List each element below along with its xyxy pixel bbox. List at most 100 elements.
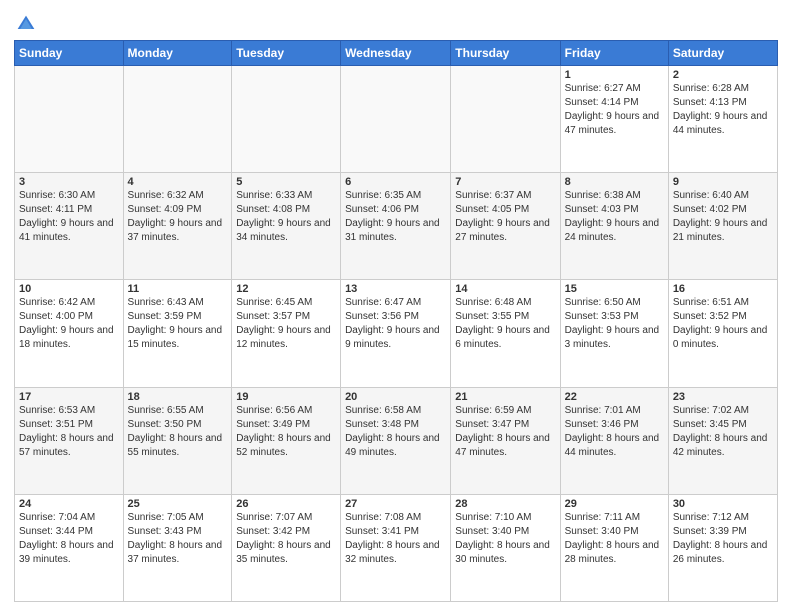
day-number: 1 — [565, 69, 664, 81]
day-info: Sunrise: 7:05 AMSunset: 3:43 PMDaylight:… — [128, 511, 228, 567]
calendar-cell: 18Sunrise: 6:55 AMSunset: 3:50 PMDayligh… — [123, 387, 232, 494]
day-number: 12 — [236, 283, 336, 295]
day-number: 15 — [565, 283, 664, 295]
day-info: Sunrise: 6:33 AMSunset: 4:08 PMDaylight:… — [236, 189, 336, 245]
calendar-cell: 24Sunrise: 7:04 AMSunset: 3:44 PMDayligh… — [15, 494, 124, 601]
day-number: 28 — [455, 498, 555, 510]
page: SundayMondayTuesdayWednesdayThursdayFrid… — [0, 0, 792, 612]
day-number: 18 — [128, 391, 228, 403]
calendar-cell: 6Sunrise: 6:35 AMSunset: 4:06 PMDaylight… — [341, 173, 451, 280]
calendar-cell: 29Sunrise: 7:11 AMSunset: 3:40 PMDayligh… — [560, 494, 668, 601]
calendar-cell: 12Sunrise: 6:45 AMSunset: 3:57 PMDayligh… — [232, 280, 341, 387]
day-info: Sunrise: 6:35 AMSunset: 4:06 PMDaylight:… — [345, 189, 446, 245]
day-number: 13 — [345, 283, 446, 295]
day-number: 2 — [673, 69, 773, 81]
day-info: Sunrise: 6:27 AMSunset: 4:14 PMDaylight:… — [565, 82, 664, 138]
col-header-wednesday: Wednesday — [341, 41, 451, 66]
logo-icon — [16, 14, 36, 34]
day-number: 23 — [673, 391, 773, 403]
calendar-cell — [232, 66, 341, 173]
day-number: 30 — [673, 498, 773, 510]
day-info: Sunrise: 7:08 AMSunset: 3:41 PMDaylight:… — [345, 511, 446, 567]
day-info: Sunrise: 6:58 AMSunset: 3:48 PMDaylight:… — [345, 404, 446, 460]
calendar-cell: 23Sunrise: 7:02 AMSunset: 3:45 PMDayligh… — [668, 387, 777, 494]
day-info: Sunrise: 6:53 AMSunset: 3:51 PMDaylight:… — [19, 404, 119, 460]
day-number: 22 — [565, 391, 664, 403]
calendar-cell: 13Sunrise: 6:47 AMSunset: 3:56 PMDayligh… — [341, 280, 451, 387]
calendar-cell: 1Sunrise: 6:27 AMSunset: 4:14 PMDaylight… — [560, 66, 668, 173]
day-number: 14 — [455, 283, 555, 295]
calendar-cell: 4Sunrise: 6:32 AMSunset: 4:09 PMDaylight… — [123, 173, 232, 280]
calendar-cell — [123, 66, 232, 173]
calendar-cell: 14Sunrise: 6:48 AMSunset: 3:55 PMDayligh… — [451, 280, 560, 387]
logo — [14, 10, 36, 34]
calendar-cell: 10Sunrise: 6:42 AMSunset: 4:00 PMDayligh… — [15, 280, 124, 387]
day-number: 21 — [455, 391, 555, 403]
calendar-cell: 8Sunrise: 6:38 AMSunset: 4:03 PMDaylight… — [560, 173, 668, 280]
calendar-cell: 28Sunrise: 7:10 AMSunset: 3:40 PMDayligh… — [451, 494, 560, 601]
day-number: 7 — [455, 176, 555, 188]
day-info: Sunrise: 7:11 AMSunset: 3:40 PMDaylight:… — [565, 511, 664, 567]
col-header-monday: Monday — [123, 41, 232, 66]
day-info: Sunrise: 6:38 AMSunset: 4:03 PMDaylight:… — [565, 189, 664, 245]
day-info: Sunrise: 7:10 AMSunset: 3:40 PMDaylight:… — [455, 511, 555, 567]
day-number: 19 — [236, 391, 336, 403]
day-info: Sunrise: 6:50 AMSunset: 3:53 PMDaylight:… — [565, 296, 664, 352]
day-number: 24 — [19, 498, 119, 510]
day-info: Sunrise: 6:28 AMSunset: 4:13 PMDaylight:… — [673, 82, 773, 138]
day-number: 20 — [345, 391, 446, 403]
day-info: Sunrise: 6:43 AMSunset: 3:59 PMDaylight:… — [128, 296, 228, 352]
day-number: 5 — [236, 176, 336, 188]
calendar-cell: 30Sunrise: 7:12 AMSunset: 3:39 PMDayligh… — [668, 494, 777, 601]
calendar-cell: 20Sunrise: 6:58 AMSunset: 3:48 PMDayligh… — [341, 387, 451, 494]
day-number: 25 — [128, 498, 228, 510]
calendar-week-1: 1Sunrise: 6:27 AMSunset: 4:14 PMDaylight… — [15, 66, 778, 173]
day-info: Sunrise: 7:04 AMSunset: 3:44 PMDaylight:… — [19, 511, 119, 567]
calendar-cell — [15, 66, 124, 173]
calendar-cell: 3Sunrise: 6:30 AMSunset: 4:11 PMDaylight… — [15, 173, 124, 280]
day-number: 27 — [345, 498, 446, 510]
col-header-sunday: Sunday — [15, 41, 124, 66]
header — [14, 10, 778, 34]
day-info: Sunrise: 6:30 AMSunset: 4:11 PMDaylight:… — [19, 189, 119, 245]
day-number: 10 — [19, 283, 119, 295]
day-info: Sunrise: 6:40 AMSunset: 4:02 PMDaylight:… — [673, 189, 773, 245]
calendar-cell — [341, 66, 451, 173]
day-info: Sunrise: 6:59 AMSunset: 3:47 PMDaylight:… — [455, 404, 555, 460]
day-info: Sunrise: 6:32 AMSunset: 4:09 PMDaylight:… — [128, 189, 228, 245]
day-number: 8 — [565, 176, 664, 188]
day-number: 26 — [236, 498, 336, 510]
calendar-cell: 5Sunrise: 6:33 AMSunset: 4:08 PMDaylight… — [232, 173, 341, 280]
calendar-week-4: 17Sunrise: 6:53 AMSunset: 3:51 PMDayligh… — [15, 387, 778, 494]
calendar-cell — [451, 66, 560, 173]
calendar-cell: 16Sunrise: 6:51 AMSunset: 3:52 PMDayligh… — [668, 280, 777, 387]
col-header-saturday: Saturday — [668, 41, 777, 66]
calendar-table: SundayMondayTuesdayWednesdayThursdayFrid… — [14, 40, 778, 602]
calendar-cell: 11Sunrise: 6:43 AMSunset: 3:59 PMDayligh… — [123, 280, 232, 387]
calendar-week-3: 10Sunrise: 6:42 AMSunset: 4:00 PMDayligh… — [15, 280, 778, 387]
calendar-week-5: 24Sunrise: 7:04 AMSunset: 3:44 PMDayligh… — [15, 494, 778, 601]
calendar-cell: 27Sunrise: 7:08 AMSunset: 3:41 PMDayligh… — [341, 494, 451, 601]
day-info: Sunrise: 7:01 AMSunset: 3:46 PMDaylight:… — [565, 404, 664, 460]
day-number: 17 — [19, 391, 119, 403]
day-info: Sunrise: 6:48 AMSunset: 3:55 PMDaylight:… — [455, 296, 555, 352]
calendar-cell: 7Sunrise: 6:37 AMSunset: 4:05 PMDaylight… — [451, 173, 560, 280]
calendar-cell: 22Sunrise: 7:01 AMSunset: 3:46 PMDayligh… — [560, 387, 668, 494]
calendar-cell: 21Sunrise: 6:59 AMSunset: 3:47 PMDayligh… — [451, 387, 560, 494]
day-number: 11 — [128, 283, 228, 295]
col-header-tuesday: Tuesday — [232, 41, 341, 66]
calendar-cell: 9Sunrise: 6:40 AMSunset: 4:02 PMDaylight… — [668, 173, 777, 280]
calendar-header-row: SundayMondayTuesdayWednesdayThursdayFrid… — [15, 41, 778, 66]
col-header-friday: Friday — [560, 41, 668, 66]
day-number: 6 — [345, 176, 446, 188]
day-number: 29 — [565, 498, 664, 510]
calendar-cell: 25Sunrise: 7:05 AMSunset: 3:43 PMDayligh… — [123, 494, 232, 601]
calendar-cell: 2Sunrise: 6:28 AMSunset: 4:13 PMDaylight… — [668, 66, 777, 173]
day-info: Sunrise: 6:51 AMSunset: 3:52 PMDaylight:… — [673, 296, 773, 352]
day-info: Sunrise: 6:45 AMSunset: 3:57 PMDaylight:… — [236, 296, 336, 352]
day-number: 16 — [673, 283, 773, 295]
calendar-cell: 15Sunrise: 6:50 AMSunset: 3:53 PMDayligh… — [560, 280, 668, 387]
calendar-cell: 26Sunrise: 7:07 AMSunset: 3:42 PMDayligh… — [232, 494, 341, 601]
day-info: Sunrise: 6:56 AMSunset: 3:49 PMDaylight:… — [236, 404, 336, 460]
col-header-thursday: Thursday — [451, 41, 560, 66]
